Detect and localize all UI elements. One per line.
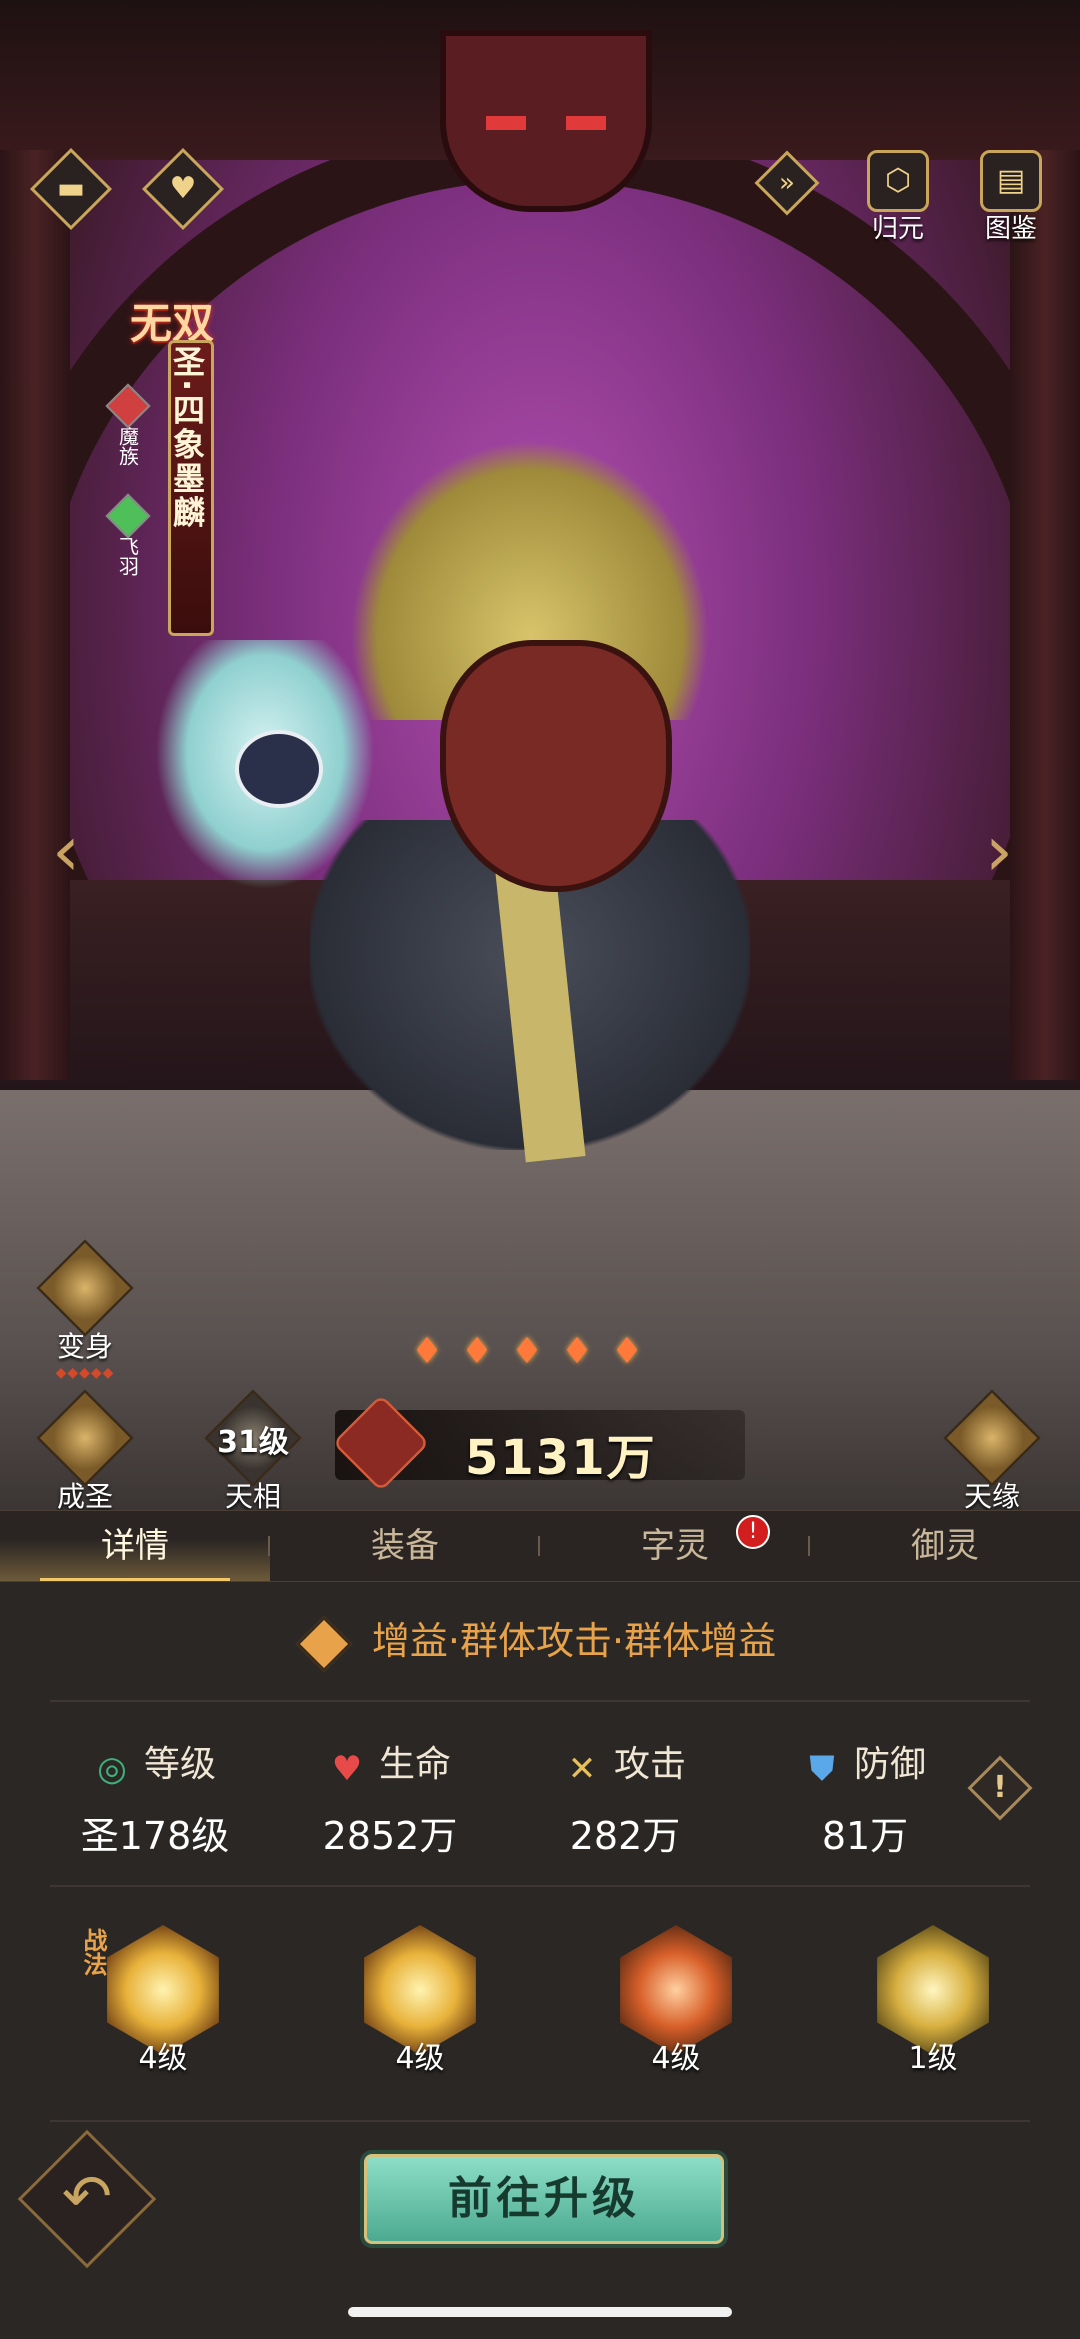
tab-label: 御灵 <box>911 1526 979 1566</box>
tab-yuling[interactable]: 御灵 <box>810 1511 1080 1581</box>
tianyuan-button[interactable]: 天缘 <box>932 1389 1052 1515</box>
star-rating: ♦ ♦ ♦ ♦ ♦ <box>405 1330 649 1374</box>
faction-demon[interactable]: 魔族 <box>105 383 151 466</box>
transform-progress: ◆◆◆◆◆ <box>55 1365 115 1381</box>
heart-icon: ♥ <box>331 1749 363 1789</box>
tianxiang-level: 31级 <box>217 1425 289 1460</box>
skill-level: 4级 <box>651 2041 701 2076</box>
hero-name: 圣·四象墨麟 <box>168 345 206 530</box>
stat-label: 等级 <box>143 1744 216 1785</box>
feather-faction-icon <box>105 493 151 539</box>
faction-label: 魔族 <box>115 426 140 466</box>
tab-label: 字灵 <box>641 1526 709 1566</box>
divider <box>50 1700 1030 1702</box>
skill-slot-4[interactable]: 1级 <box>863 1925 1003 2077</box>
stat-label: 生命 <box>378 1744 451 1785</box>
stat-attack: ✕ 攻击 282万 <box>525 1735 725 1860</box>
transform-icon <box>36 1239 134 1337</box>
saint-button[interactable]: 成圣 <box>25 1389 145 1515</box>
flame-star-icon: ♦ <box>410 1331 444 1372</box>
flame-star-icon: ♦ <box>460 1331 494 1372</box>
faction-label: 飞羽 <box>115 536 140 576</box>
guiyuan-button[interactable]: ⬡ 归元 <box>853 150 943 245</box>
skill-slot-2[interactable]: 4级 <box>350 1925 490 2077</box>
pet-companion[interactable] <box>155 640 375 890</box>
stat-defense: ⛊ 防御 81万 <box>765 1735 965 1860</box>
skill-level: 4级 <box>395 2041 445 2076</box>
saint-icon <box>36 1389 134 1487</box>
fist-icon <box>295 1615 353 1672</box>
flame-star-icon: ♦ <box>610 1331 644 1372</box>
skill-level: 4级 <box>138 2041 188 2076</box>
tab-details[interactable]: 详情 <box>0 1511 270 1581</box>
book-icon: ▤ <box>980 150 1042 212</box>
collapse-icon: » <box>779 168 795 198</box>
home-indicator[interactable] <box>348 2307 732 2317</box>
right-pillar <box>1010 150 1080 1080</box>
stat-level: ◎ 等级 圣178级 <box>55 1735 255 1860</box>
skill-slot-3[interactable]: 4级 <box>606 1925 746 2077</box>
stat-label: 防御 <box>853 1744 926 1785</box>
alert-badge: ! <box>736 1515 770 1549</box>
shield-icon: ⛊ <box>809 1749 835 1789</box>
back-arrow-icon: ↶ <box>61 2162 113 2232</box>
tab-ziling[interactable]: 字灵 ! <box>540 1511 810 1581</box>
stat-value: 2852万 <box>322 1814 458 1858</box>
divider <box>50 2120 1030 2122</box>
tab-label: 详情 <box>101 1526 169 1566</box>
next-hero-arrow-icon[interactable]: › <box>985 810 1013 892</box>
skill-slot-1[interactable]: 4级 <box>93 1925 233 2077</box>
tianyuan-icon <box>943 1389 1041 1487</box>
swords-icon: ✕ <box>567 1749 597 1789</box>
menu-icon: ▬ <box>56 171 86 206</box>
heart-icon: ♥ <box>169 171 197 206</box>
stat-hp: ♥ 生命 2852万 <box>290 1735 490 1860</box>
level-icon: ◎ <box>97 1749 127 1789</box>
prev-hero-arrow-icon[interactable]: ‹ <box>52 810 80 892</box>
tujian-label: 图鉴 <box>984 214 1037 244</box>
flame-star-icon: ♦ <box>560 1331 594 1372</box>
guiyuan-label: 归元 <box>871 214 924 244</box>
stat-value: 282万 <box>569 1814 681 1858</box>
upgrade-button[interactable]: 前往升级 <box>360 2150 728 2248</box>
flame-star-icon: ♦ <box>510 1331 544 1372</box>
power-value: 5131万 <box>465 1430 657 1486</box>
stat-value: 81万 <box>821 1814 909 1858</box>
role-text: 增益·群体攻击·群体增益 <box>371 1619 777 1663</box>
role-tags: 增益·群体攻击·群体增益 <box>0 1610 1080 1672</box>
tab-label: 装备 <box>371 1526 439 1566</box>
tianxiang-button[interactable]: 31级 天相 <box>193 1389 313 1515</box>
detail-tabs: 详情 装备 字灵 ! 御灵 <box>0 1510 1080 1582</box>
divider <box>50 1885 1030 1887</box>
skill-level: 1级 <box>908 2041 958 2076</box>
guiyuan-icon: ⬡ <box>867 150 929 212</box>
transform-button[interactable]: 变身 ◆◆◆◆◆ <box>25 1239 145 1381</box>
faction-feather[interactable]: 飞羽 <box>105 493 151 576</box>
stat-value: 圣178级 <box>80 1814 230 1858</box>
stat-label: 攻击 <box>613 1744 686 1785</box>
demon-faction-icon <box>105 383 151 429</box>
demon-mask-ornament <box>440 30 652 212</box>
tujian-button[interactable]: ▤ 图鉴 <box>966 150 1056 245</box>
left-pillar <box>0 150 70 1080</box>
tab-equipment[interactable]: 装备 <box>270 1511 540 1581</box>
info-icon: ! <box>993 1770 1007 1805</box>
